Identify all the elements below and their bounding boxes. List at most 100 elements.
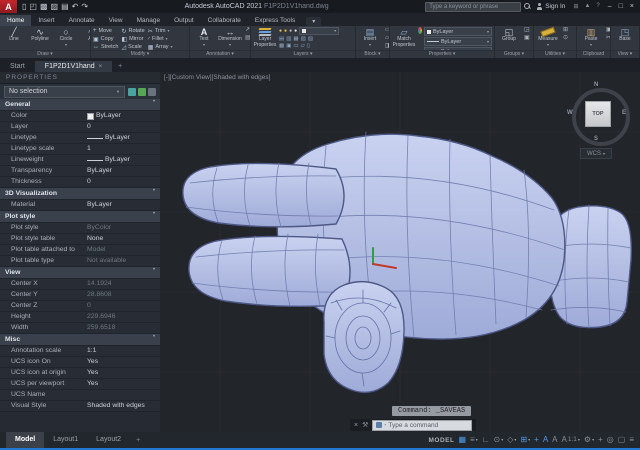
- panel-label-block[interactable]: Block ▾: [356, 50, 389, 58]
- viewcube-north[interactable]: N: [594, 82, 598, 88]
- close-tab-icon[interactable]: ×: [99, 64, 103, 70]
- tool-text[interactable]: AText▾: [192, 27, 216, 47]
- signin-button[interactable]: Sign In: [545, 3, 565, 10]
- annotation-visibility-icon[interactable]: A: [543, 432, 548, 448]
- isodraft-icon[interactable]: ◇▾: [507, 432, 516, 448]
- color-wheel-icon[interactable]: [418, 27, 422, 34]
- tool-move[interactable]: +Move: [93, 27, 118, 35]
- tool-rotate[interactable]: ↻Rotate: [121, 27, 144, 35]
- table-icon[interactable]: ▤: [245, 35, 250, 42]
- tab-manage[interactable]: Manage: [130, 15, 168, 26]
- tool-trim[interactable]: ✂Trim▾: [148, 27, 173, 35]
- property-value[interactable]: 0: [87, 177, 160, 187]
- tab-express-tools[interactable]: Express Tools: [248, 15, 302, 26]
- tool-circle[interactable]: ○Circle▾: [54, 27, 78, 47]
- tab-home[interactable]: Home: [0, 15, 31, 26]
- tool-base[interactable]: ◳Base: [613, 27, 637, 43]
- panel-label-groups[interactable]: Groups ▾: [495, 50, 533, 58]
- property-value[interactable]: Yes: [87, 368, 160, 378]
- tool-fillet[interactable]: ◜Fillet▾: [148, 35, 173, 43]
- snap-icon[interactable]: ≡▾: [470, 432, 478, 448]
- edit-block-icon[interactable]: ▱: [385, 35, 389, 42]
- tool-group[interactable]: ◱Group: [497, 27, 521, 43]
- hand-model[interactable]: [183, 132, 631, 392]
- isolate-icon[interactable]: ◎: [607, 432, 614, 448]
- leader-icon[interactable]: ↗: [245, 27, 250, 34]
- tab-output[interactable]: Output: [167, 15, 201, 26]
- autoscale-icon[interactable]: A: [552, 432, 557, 448]
- bylayer-dropdown-line[interactable]: ByLayer▾: [424, 37, 492, 46]
- property-value[interactable]: Shaded with edges: [87, 401, 160, 411]
- alert-icon[interactable]: ▲: [584, 3, 590, 10]
- tab-collaborate[interactable]: Collaborate: [201, 15, 248, 26]
- save-as-icon[interactable]: ▨: [51, 0, 59, 13]
- help-icon[interactable]: ?: [596, 3, 599, 10]
- grid-icon[interactable]: ▦: [458, 432, 466, 448]
- tool-line[interactable]: ╱Line: [2, 27, 26, 43]
- selection-dropdown[interactable]: No selection▼: [4, 86, 125, 98]
- dynamic-input-icon[interactable]: +: [534, 432, 539, 448]
- block-attributes-icon[interactable]: ◨: [385, 43, 389, 50]
- tool-polyline[interactable]: ∿Polyline: [28, 27, 52, 43]
- layer-tool-icon[interactable]: ▱: [301, 43, 305, 49]
- command-customize-icon[interactable]: ⚒: [362, 421, 368, 429]
- annotation-scale-icon[interactable]: A1:1▾: [562, 432, 580, 448]
- section-header-3d-visualization[interactable]: 3D Visualization▾: [0, 188, 160, 200]
- select-objects-icon[interactable]: [148, 88, 156, 96]
- tool-measure[interactable]: Measure▾: [536, 27, 560, 47]
- property-value[interactable]: Yes: [87, 379, 160, 389]
- command-recent-icon[interactable]: [376, 422, 382, 428]
- bylayer-dropdown-color[interactable]: ByLayer▾: [424, 27, 492, 36]
- undo-icon[interactable]: ↶: [72, 0, 79, 13]
- model-space-label[interactable]: MODEL: [428, 437, 454, 444]
- group-edit-icon[interactable]: ▣: [524, 35, 530, 42]
- minimize-button[interactable]: –: [608, 3, 612, 10]
- application-menu-button[interactable]: A: [0, 0, 17, 13]
- viewcube[interactable]: N E S W TOP: [568, 84, 626, 142]
- app-store-icon[interactable]: ⊞: [573, 3, 578, 10]
- panel-label-utilities[interactable]: Utilities ▾: [534, 50, 576, 58]
- ribbon-tab-overflow-icon[interactable]: ▾: [306, 17, 321, 26]
- section-header-general[interactable]: General▾: [0, 99, 160, 111]
- new-layout-button[interactable]: +: [130, 437, 146, 444]
- layer-tool-icon[interactable]: ▣: [286, 43, 291, 49]
- viewcube-south[interactable]: S: [594, 136, 598, 142]
- property-value[interactable]: ByLayer: [87, 166, 160, 176]
- layer-color-icon[interactable]: ●: [294, 28, 297, 34]
- cut-icon[interactable]: ✂: [606, 35, 610, 42]
- property-value[interactable]: ByLayer: [87, 200, 160, 210]
- panel-label-draw[interactable]: Draw ▾: [0, 50, 90, 58]
- ortho-icon[interactable]: ∟: [482, 432, 490, 448]
- property-value[interactable]: Yes: [87, 357, 160, 367]
- layer-on-icon[interactable]: ●: [279, 28, 282, 34]
- panel-label-clipboard[interactable]: Clipboard: [577, 50, 610, 58]
- property-value[interactable]: 0: [87, 122, 160, 132]
- layer-tool-icon[interactable]: ▥: [286, 36, 291, 42]
- layer-tool-icon[interactable]: ▦: [293, 36, 298, 42]
- layout-tab-layout2[interactable]: Layout2: [87, 432, 130, 448]
- tool-array[interactable]: ▦Array▾: [148, 43, 173, 50]
- layer-lock-icon[interactable]: ●: [289, 28, 292, 34]
- property-value[interactable]: ByLayer: [87, 133, 160, 143]
- section-header-misc[interactable]: Misc▾: [0, 334, 160, 346]
- customize-icon[interactable]: ≡: [629, 432, 634, 448]
- property-value[interactable]: [87, 390, 160, 400]
- workspace-icon[interactable]: ⚙▾: [584, 432, 594, 448]
- command-close-icon[interactable]: ×: [354, 422, 358, 429]
- section-header-plot-style[interactable]: Plot style▾: [0, 211, 160, 223]
- property-value[interactable]: 1:1: [87, 346, 160, 356]
- layout-tab-layout1[interactable]: Layout1: [44, 432, 87, 448]
- id-point-icon[interactable]: ⊙: [563, 35, 568, 42]
- create-block-icon[interactable]: ▭: [385, 27, 389, 34]
- panel-label-annotation[interactable]: Annotation ▾: [190, 50, 250, 58]
- plot-icon[interactable]: ▤: [61, 0, 69, 13]
- command-input[interactable]: ▾ Type a command: [372, 420, 472, 431]
- copy-clip-icon[interactable]: ▣: [606, 27, 610, 34]
- tool-stretch[interactable]: ↔Stretch: [93, 43, 118, 50]
- file-tab-f1p2d1v1hand[interactable]: F1P2D1V1hand×: [35, 61, 112, 72]
- property-value[interactable]: ByLayer: [87, 111, 160, 121]
- polar-icon[interactable]: ⊙▾: [494, 432, 504, 448]
- tool-dimension[interactable]: ↔Dimension▾: [218, 27, 242, 47]
- panel-label-modify[interactable]: Modify ▾: [91, 50, 189, 58]
- new-file-icon[interactable]: ▯: [22, 0, 26, 13]
